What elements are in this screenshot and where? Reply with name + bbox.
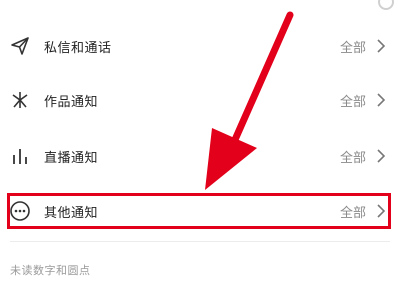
notification-settings-screen: 私信和通话 全部 作品通知 全部 直播通知 全部 其他通知 全部 未读数字和圆点 (0, 0, 400, 300)
red-arrow-annotation (205, 11, 294, 190)
